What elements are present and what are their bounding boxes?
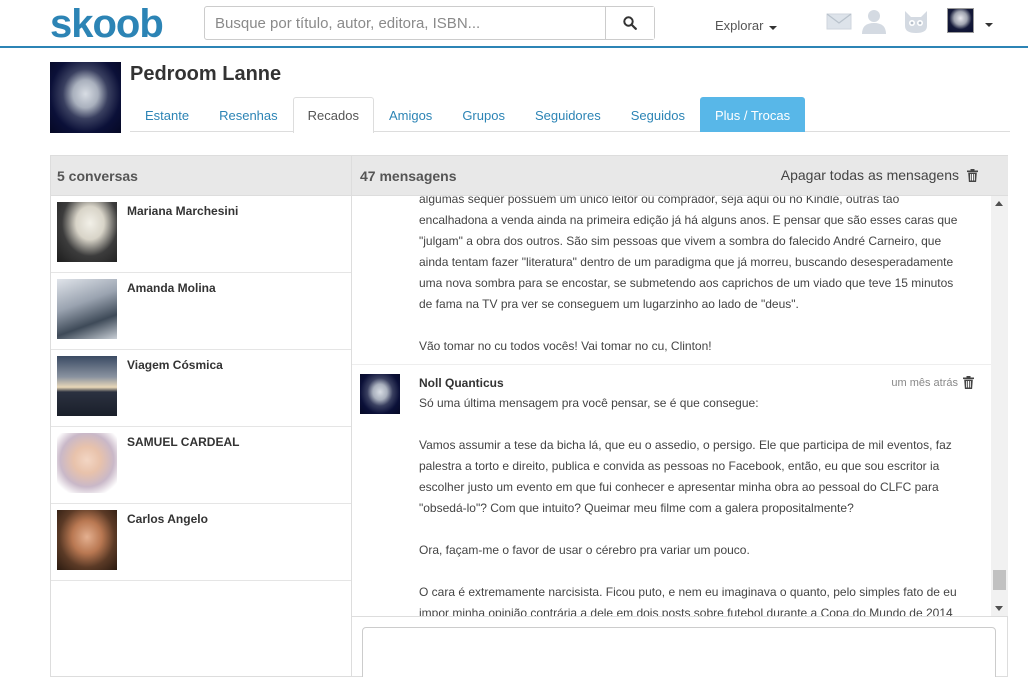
message-timestamp: um mês atrás: [891, 377, 958, 389]
envelope-icon[interactable]: [826, 8, 852, 34]
message-line: Só uma última mensagem pra você pensar, …: [419, 396, 759, 410]
clear-all-messages-button[interactable]: Apagar todas as mensagens: [781, 167, 978, 183]
profile-avatar: [50, 62, 121, 133]
search-box: [204, 6, 655, 40]
user-icon[interactable]: [861, 8, 887, 34]
conversation-avatar: [57, 356, 117, 416]
message-line: O cara é extremamente narcisista. Ficou …: [419, 585, 957, 599]
conversation-item[interactable]: Viagem Cósmica: [51, 350, 351, 427]
conversation-item[interactable]: SAMUEL CARDEAL: [51, 427, 351, 504]
tab-estante[interactable]: Estante: [130, 97, 204, 132]
top-bar: skoob Explorar: [0, 0, 1028, 48]
message-thread[interactable]: algumas sequer possuem um único leitor o…: [352, 196, 1008, 617]
conversation-avatar: [57, 202, 117, 262]
message-line: Vão tomar no cu todos vocês! Vai tomar n…: [419, 339, 712, 353]
cat-icon[interactable]: [903, 8, 929, 34]
conversation-item[interactable]: Mariana Marchesini: [51, 196, 351, 273]
messages-scrollbar[interactable]: [991, 196, 1008, 616]
tab-resenhas[interactable]: Resenhas: [204, 97, 293, 132]
tab-amigos[interactable]: Amigos: [374, 97, 447, 132]
scroll-down-icon[interactable]: [995, 606, 1003, 611]
conversation-name: Mariana Marchesini: [127, 204, 239, 218]
scroll-up-icon[interactable]: [995, 201, 1003, 206]
conversation-name: Amanda Molina: [127, 281, 216, 295]
tab-plus-trocas[interactable]: Plus / Trocas: [699, 97, 806, 132]
conversation-avatar: [57, 433, 117, 493]
message-line: de fama na TV pra ver se conseguem um lu…: [419, 297, 799, 311]
conversation-avatar: [57, 279, 117, 339]
message-line: Vamos assumir a tese da bicha lá, que eu…: [419, 438, 952, 452]
search-input[interactable]: [205, 7, 606, 39]
tab-seguidores[interactable]: Seguidores: [520, 97, 616, 132]
clear-all-label: Apagar todas as mensagens: [780, 167, 959, 183]
message-line: encalhadona a venda ainda na primeira ed…: [419, 213, 958, 227]
conversation-item[interactable]: Carlos Angelo: [51, 504, 351, 581]
message-line: uma nova sombra para se encostar, se sub…: [419, 276, 954, 290]
skoob-logo[interactable]: skoob: [50, 2, 164, 47]
explore-label: Explorar: [715, 18, 764, 33]
tab-recados[interactable]: Recados: [292, 97, 374, 133]
message-divider: [352, 364, 991, 365]
message-body: algumas sequer possuem um único leitor o…: [419, 196, 979, 357]
message-line: "julgam" a obra dos outros. São sim pess…: [419, 234, 942, 248]
conversations-count: 5 conversas: [51, 156, 352, 196]
message-line: "obsedá-lo"? Com que intuito? Queimar me…: [419, 501, 854, 515]
message-body: Só uma última mensagem pra você pensar, …: [419, 393, 979, 617]
message-line: algumas sequer possuem um único leitor o…: [419, 196, 900, 206]
messages-count: 47 mensagens: [360, 168, 457, 184]
tab-grupos[interactable]: Grupos: [447, 97, 520, 132]
message-line: palestra a torto e direito, publica e co…: [419, 459, 940, 473]
conversation-name: Viagem Cósmica: [127, 358, 223, 372]
explore-menu[interactable]: Explorar: [715, 18, 778, 33]
message-line: Ora, façam-me o favor de usar o cérebro …: [419, 543, 750, 557]
chevron-down-icon: [769, 25, 778, 30]
message-author[interactable]: Noll Quanticus: [419, 376, 504, 390]
trash-icon: [967, 168, 978, 182]
profile-name: Pedroom Lanne: [130, 63, 282, 85]
conversation-avatar: [57, 510, 117, 570]
trash-icon[interactable]: [963, 376, 974, 389]
reply-textarea[interactable]: [362, 627, 996, 677]
search-icon: [623, 16, 637, 30]
scrollbar-thumb[interactable]: [993, 570, 1006, 590]
conversation-name: Carlos Angelo: [127, 512, 208, 526]
chevron-down-icon[interactable]: [985, 23, 993, 27]
search-button[interactable]: [605, 7, 654, 39]
profile-tabs: Estante Resenhas Recados Amigos Grupos S…: [130, 97, 806, 133]
user-avatar[interactable]: [947, 8, 974, 33]
message-line: escolher justo um evento em que fui conh…: [419, 480, 939, 494]
message-line: impor minha opinião contrária a dele em …: [419, 606, 953, 617]
conversation-list: Mariana Marchesini Amanda Molina Viagem …: [51, 196, 352, 677]
tab-seguidos[interactable]: Seguidos: [616, 97, 700, 132]
messages-header: 47 mensagens Apagar todas as mensagens: [352, 156, 1008, 196]
conversation-item[interactable]: Amanda Molina: [51, 273, 351, 350]
message-author-avatar[interactable]: [360, 374, 400, 414]
messages-panel: 5 conversas 47 mensagens Apagar todas as…: [50, 155, 1008, 677]
message-line: ainda tentam fazer "literatura" dentro d…: [419, 255, 954, 269]
conversation-name: SAMUEL CARDEAL: [127, 435, 240, 449]
